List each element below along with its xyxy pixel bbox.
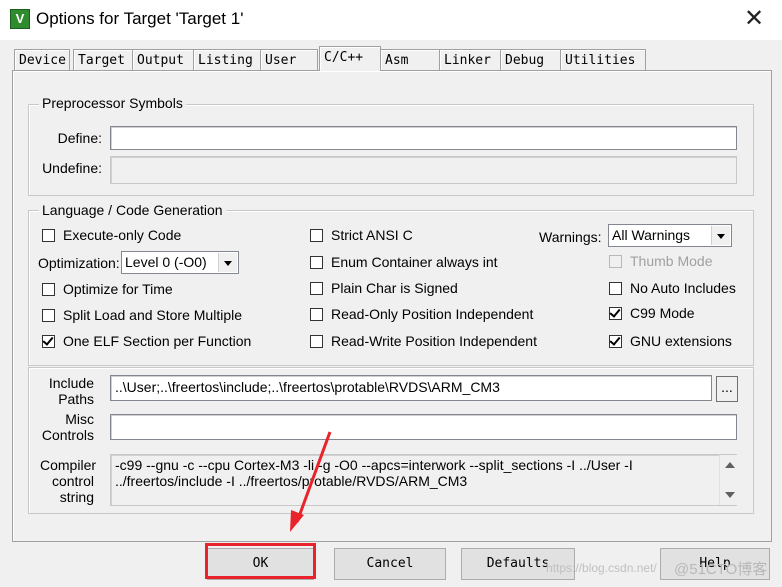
undefine-input[interactable] [110,156,737,184]
plain-char-signed-label: Plain Char is Signed [331,280,458,296]
keil-app-icon: V [10,9,30,29]
include-paths-input[interactable]: ..\User;..\freertos\include;..\freertos\… [110,375,712,401]
misc-controls-label: Misc Controls [40,411,94,443]
misc-label-line-1: Misc [65,411,94,427]
warnings-label: Warnings: [539,229,602,245]
ok-button[interactable]: OK [207,548,314,580]
compiler-scrollbar[interactable] [719,455,737,505]
compiler-string-line-1: -c99 --gnu -c --cpu Cortex-M3 -li -g -O0… [115,457,633,473]
tab-utilities[interactable]: Utilities [560,49,646,70]
ro-position-independent-checkbox[interactable] [310,308,323,321]
gnu-extensions-checkbox[interactable] [609,334,622,348]
rw-position-independent-checkbox[interactable] [310,335,323,348]
defaults-button[interactable]: Defaults [461,548,575,580]
include-browse-button[interactable]: ... [716,376,738,402]
strict-ansi-checkbox[interactable] [310,229,323,242]
title-bar: V Options for Target 'Target 1' ✕ [0,0,782,40]
enum-container-label: Enum Container always int [331,254,498,270]
warnings-select[interactable]: All Warnings [608,224,732,247]
optimization-label: Optimization: [38,255,120,271]
one-elf-section-label: One ELF Section per Function [63,333,252,349]
tab-debug[interactable]: Debug [500,49,565,70]
optimize-for-time-label: Optimize for Time [63,281,173,297]
tab-linker[interactable]: Linker [439,49,504,70]
no-auto-includes-label: No Auto Includes [630,280,736,296]
c99-mode-label: C99 Mode [630,305,695,321]
cancel-button[interactable]: Cancel [334,548,446,580]
warnings-value: All Warnings [612,227,691,243]
compiler-control-textarea[interactable]: -c99 --gnu -c --cpu Cortex-M3 -li -g -O0… [110,454,737,506]
check-icon [42,334,54,346]
optimization-value: Level 0 (-O0) [125,254,207,270]
optimization-select[interactable]: Level 0 (-O0) [121,251,239,274]
define-input[interactable] [110,126,737,150]
include-paths-label: Include Paths [40,375,94,407]
execute-only-checkbox[interactable] [42,229,55,242]
execute-only-label: Execute-only Code [63,227,182,243]
c99-mode-checkbox[interactable] [609,306,622,320]
one-elf-section-checkbox[interactable] [42,334,55,348]
tab-c-cpp[interactable]: C/C++ [319,46,381,71]
chevron-down-icon[interactable] [218,253,237,272]
language-legend: Language / Code Generation [39,202,226,218]
split-load-store-checkbox[interactable] [42,309,55,322]
window-title: Options for Target 'Target 1' [36,9,244,28]
tab-listing[interactable]: Listing [193,49,262,70]
include-label-line-2: Paths [58,391,94,407]
ro-position-independent-label: Read-Only Position Independent [331,306,534,322]
rw-position-independent-label: Read-Write Position Independent [331,333,537,349]
misc-label-line-2: Controls [41,427,94,443]
scroll-up-icon[interactable] [725,462,735,468]
thumb-mode-label: Thumb Mode [630,253,713,269]
check-icon [609,306,621,318]
gnu-extensions-label: GNU extensions [630,333,732,349]
compiler-label-line-3: string [59,489,94,505]
chevron-down-icon[interactable] [711,226,730,245]
include-label-line-1: Include [48,375,94,391]
optimize-for-time-checkbox[interactable] [42,283,55,296]
tab-output[interactable]: Output [132,49,194,70]
help-button[interactable]: Help [660,548,770,580]
tab-device[interactable]: Device [14,49,70,70]
compiler-label-line-2: control [51,473,94,489]
compiler-control-label: Compiler control string [40,457,97,505]
misc-controls-input[interactable] [110,414,737,440]
compiler-string-line-2: ../freertos/include -I ../freertos/prota… [115,473,468,489]
check-icon [609,334,621,346]
tab-target[interactable]: Target [73,49,134,70]
undefine-label: Undefine: [42,160,102,176]
close-button[interactable]: ✕ [734,4,774,34]
scroll-down-icon[interactable] [725,492,735,498]
compiler-label-line-1: Compiler [40,457,97,473]
preprocessor-legend: Preprocessor Symbols [39,95,186,111]
thumb-mode-checkbox[interactable] [609,255,622,268]
enum-container-checkbox[interactable] [310,256,323,269]
split-load-store-label: Split Load and Store Multiple [63,307,242,323]
tab-user[interactable]: User [260,49,318,70]
no-auto-includes-checkbox[interactable] [609,282,622,295]
strict-ansi-label: Strict ANSI C [331,227,413,243]
plain-char-signed-checkbox[interactable] [310,282,323,295]
define-label: Define: [57,130,102,146]
tab-asm[interactable]: Asm [380,49,440,70]
